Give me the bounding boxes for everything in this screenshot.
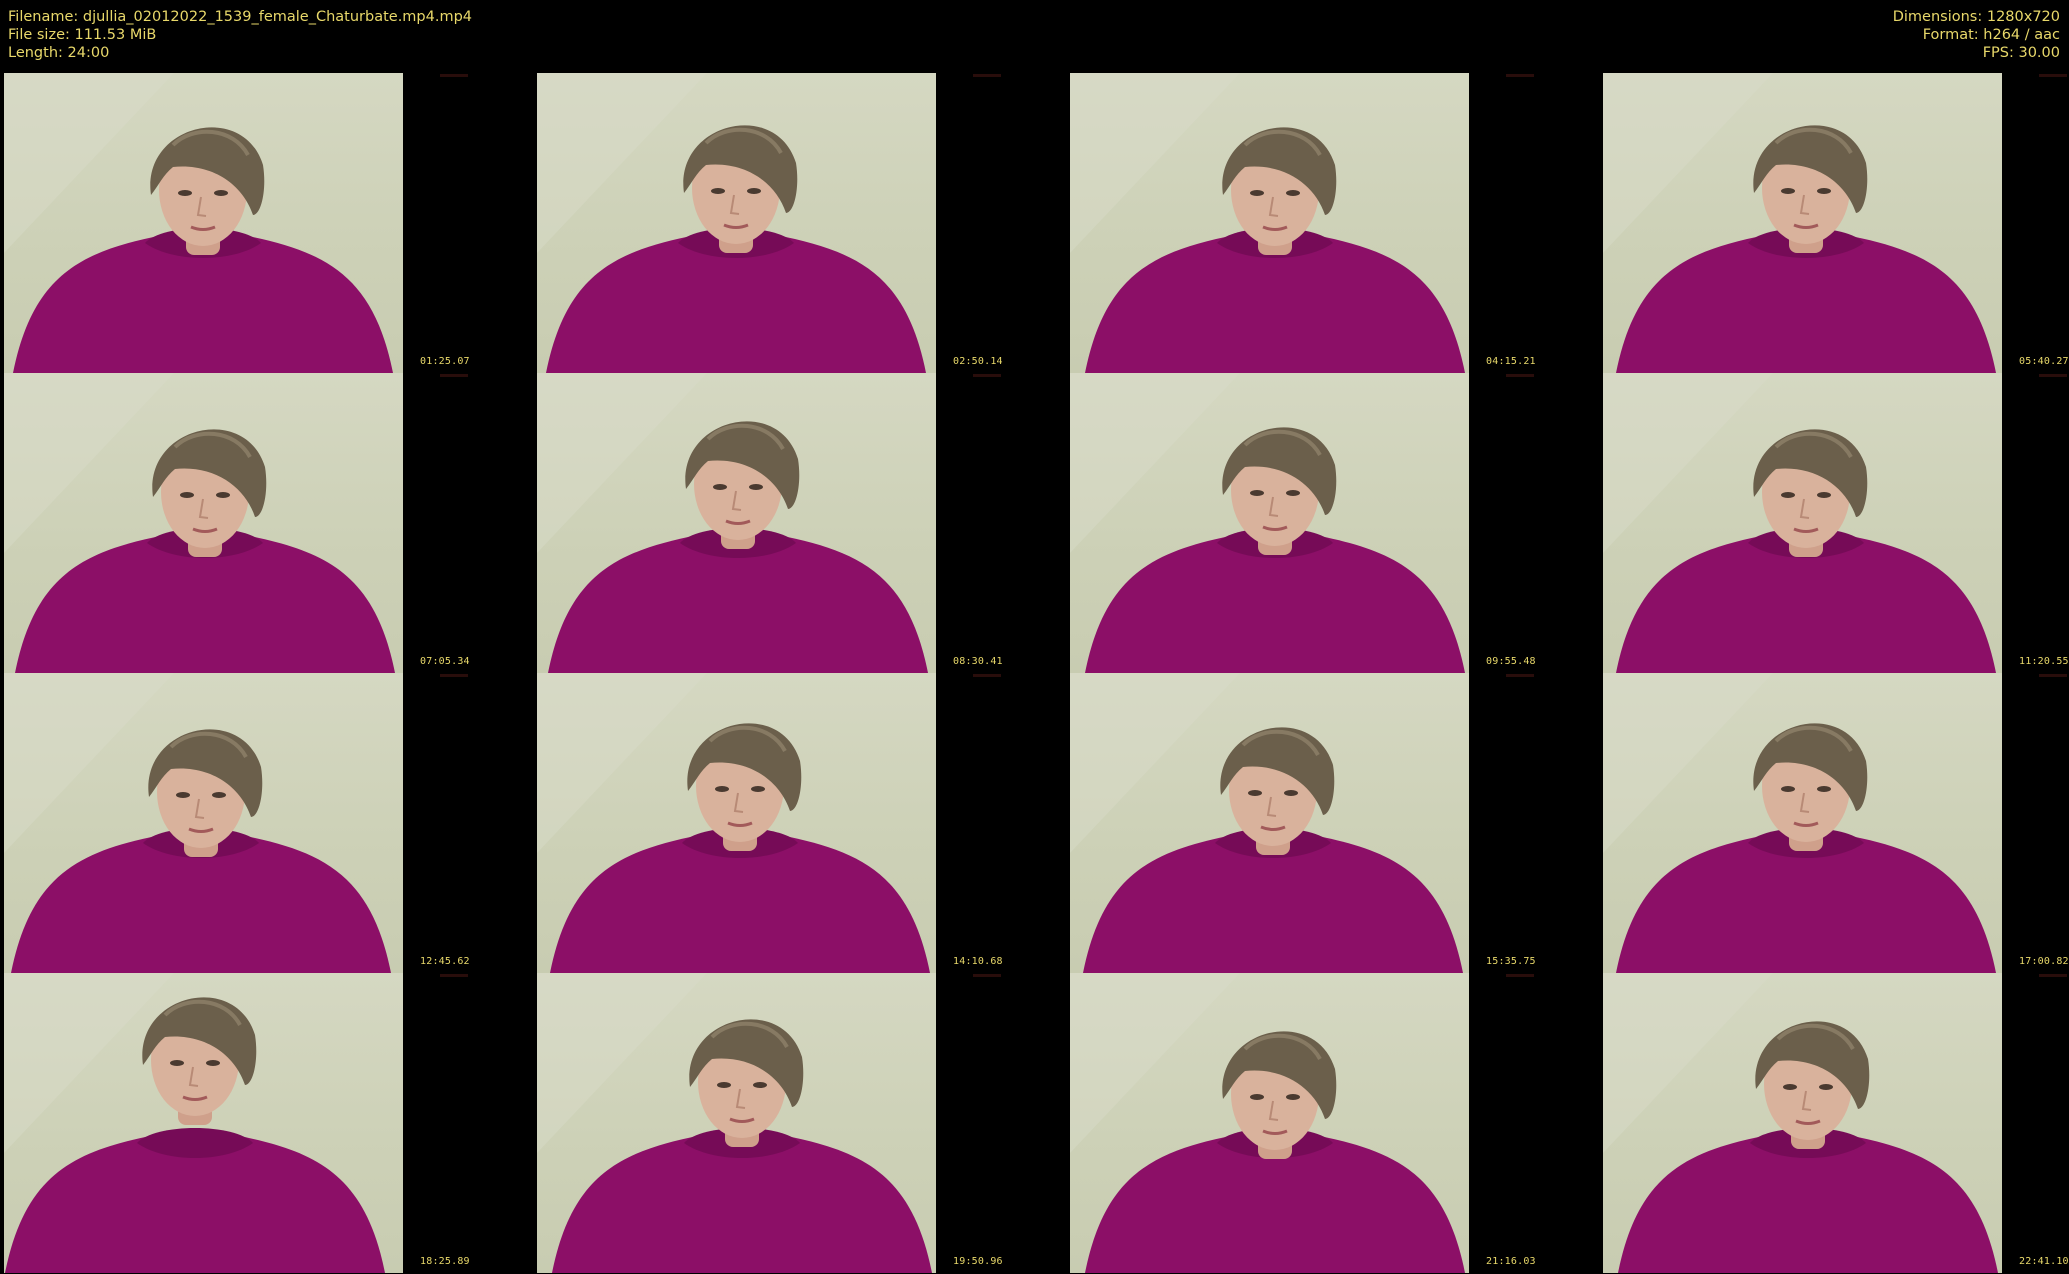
fps-text: FPS: 30.00	[1982, 45, 2060, 61]
frame-cell: 02:50.14	[537, 73, 1070, 373]
watermark-mark	[440, 374, 468, 377]
frame-timestamp: 14:10.68	[953, 956, 1003, 967]
frame-thumbnail	[4, 673, 403, 973]
frame-thumbnail	[1070, 373, 1469, 673]
watermark-mark	[440, 974, 468, 977]
frame-cell: 19:50.96	[537, 973, 1070, 1273]
frame-timestamp: 22:41.10	[2019, 1256, 2069, 1267]
frame-cell: 01:25.07	[4, 73, 537, 373]
frame-thumbnail	[1603, 673, 2002, 973]
frame-timestamp: 11:20.55	[2019, 656, 2069, 667]
watermark-mark	[2039, 74, 2067, 77]
frame-cell: 21:16.03	[1070, 973, 1603, 1273]
watermark-mark	[2039, 374, 2067, 377]
frame-timestamp: 21:16.03	[1486, 1256, 1536, 1267]
frame-timestamp: 19:50.96	[953, 1256, 1003, 1267]
frame-thumbnail	[1603, 73, 2002, 373]
frame-cell: 09:55.48	[1070, 373, 1603, 673]
frame-thumbnail	[1070, 73, 1469, 373]
watermark-mark	[1506, 674, 1534, 677]
frame-thumbnail	[4, 373, 403, 673]
frame-illustration	[537, 73, 926, 373]
frame-cell: 12:45.62	[4, 673, 537, 973]
thumbnail-grid: 01:25.07 02:50.14 04:15.21 05:40.27 07:0…	[4, 73, 2069, 1273]
watermark-mark	[2039, 974, 2067, 977]
frame-timestamp: 15:35.75	[1486, 956, 1536, 967]
frame-timestamp: 12:45.62	[420, 956, 470, 967]
frame-timestamp: 07:05.34	[420, 656, 470, 667]
watermark-mark	[973, 674, 1001, 677]
frame-illustration	[1070, 73, 1465, 373]
filename-text: Filename: djullia_02012022_1539_female_C…	[8, 9, 473, 25]
dimensions-text: Dimensions: 1280x720	[1892, 9, 2060, 25]
frame-illustration	[537, 373, 928, 673]
frame-illustration	[537, 973, 932, 1273]
frame-illustration	[1603, 973, 1998, 1273]
frame-timestamp: 08:30.41	[953, 656, 1003, 667]
frame-thumbnail	[537, 73, 936, 373]
frame-illustration	[4, 73, 393, 373]
frame-cell: 11:20.55	[1603, 373, 2069, 673]
frame-thumbnail	[4, 973, 403, 1273]
frame-cell: 22:41.10	[1603, 973, 2069, 1273]
frame-cell: 07:05.34	[4, 373, 537, 673]
frame-timestamp: 01:25.07	[420, 356, 470, 367]
frame-timestamp: 04:15.21	[1486, 356, 1536, 367]
frame-thumbnail	[1603, 973, 2002, 1273]
frame-timestamp: 02:50.14	[953, 356, 1003, 367]
frame-illustration	[1603, 73, 1996, 373]
watermark-mark	[973, 74, 1001, 77]
frame-cell: 15:35.75	[1070, 673, 1603, 973]
frame-illustration	[537, 673, 930, 973]
frame-thumbnail	[537, 973, 936, 1273]
frame-illustration	[1603, 673, 1996, 973]
frame-illustration	[1070, 373, 1465, 673]
frame-timestamp: 18:25.89	[420, 1256, 470, 1267]
watermark-mark	[973, 974, 1001, 977]
watermark-mark	[1506, 374, 1534, 377]
frame-timestamp: 09:55.48	[1486, 656, 1536, 667]
frame-illustration	[4, 373, 395, 673]
frame-cell: 17:00.82	[1603, 673, 2069, 973]
frame-thumbnail	[537, 673, 936, 973]
frame-thumbnail	[537, 373, 936, 673]
frame-cell: 08:30.41	[537, 373, 1070, 673]
frame-cell: 05:40.27	[1603, 73, 2069, 373]
file-info-left: Filename: djullia_02012022_1539_female_C…	[8, 8, 472, 62]
file-info-right: Dimensions: 1280x720 Format: h264 / aac …	[1893, 8, 2060, 62]
frame-thumbnail	[1070, 673, 1469, 973]
frame-timestamp: 05:40.27	[2019, 356, 2069, 367]
watermark-mark	[973, 374, 1001, 377]
watermark-mark	[1506, 74, 1534, 77]
frame-timestamp: 17:00.82	[2019, 956, 2069, 967]
format-text: Format: h264 / aac	[1922, 27, 2060, 43]
frame-thumbnail	[1603, 373, 2002, 673]
frame-illustration	[4, 973, 385, 1273]
filesize-text: File size: 111.53 MiB	[8, 27, 157, 43]
frame-cell: 04:15.21	[1070, 73, 1603, 373]
frame-thumbnail	[1070, 973, 1469, 1273]
length-text: Length: 24:00	[8, 45, 110, 61]
frame-illustration	[4, 673, 391, 973]
frame-thumbnail	[4, 73, 403, 373]
watermark-mark	[440, 74, 468, 77]
frame-cell: 18:25.89	[4, 973, 537, 1273]
watermark-mark	[440, 674, 468, 677]
frame-illustration	[1603, 373, 1996, 673]
frame-cell: 14:10.68	[537, 673, 1070, 973]
watermark-mark	[1506, 974, 1534, 977]
watermark-mark	[2039, 674, 2067, 677]
frame-illustration	[1070, 673, 1463, 973]
frame-illustration	[1070, 973, 1465, 1273]
